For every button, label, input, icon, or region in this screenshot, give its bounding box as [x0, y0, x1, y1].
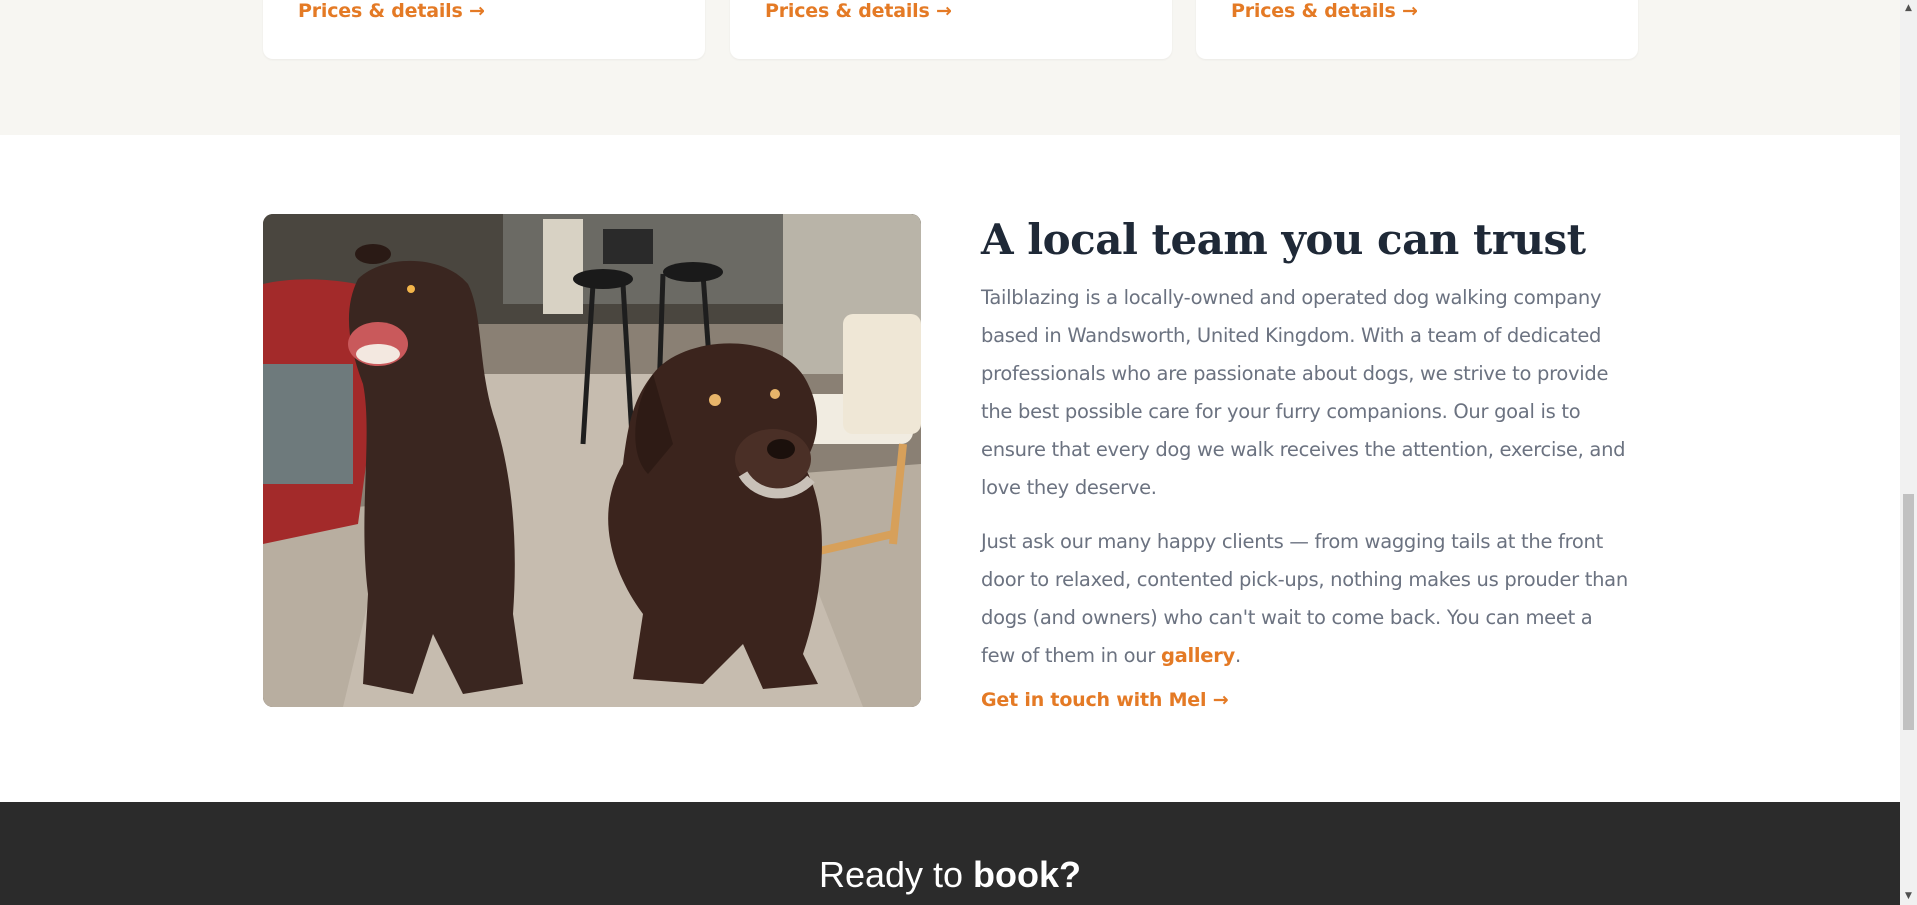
page-viewport: Prices & details → Prices & details → Pr…	[0, 0, 1900, 905]
service-card: Prices & details →	[1196, 0, 1638, 59]
book-section: Ready to book?	[0, 802, 1900, 905]
clients-paragraph-end: .	[1234, 644, 1241, 668]
scroll-down-icon[interactable]: ▼	[1900, 888, 1917, 905]
prices-details-link[interactable]: Prices & details →	[298, 0, 485, 22]
gallery-link[interactable]: gallery	[1161, 644, 1235, 667]
book-heading-text: Ready to	[818, 854, 974, 895]
two-labradors-image	[263, 214, 921, 707]
scroll-up-icon[interactable]: ▲	[1900, 0, 1917, 17]
scroll-thumb[interactable]	[1903, 494, 1914, 730]
about-text-column: A local team you can trust Tailblazing i…	[981, 215, 1631, 711]
book-heading-emphasis: book?	[973, 854, 1082, 895]
dogs-photo	[263, 214, 921, 707]
prices-details-link[interactable]: Prices & details →	[765, 0, 952, 22]
book-heading: Ready to book?	[0, 854, 1900, 896]
contact-mel-link[interactable]: Get in touch with Mel →	[981, 689, 1229, 711]
service-card: Prices & details →	[263, 0, 705, 59]
about-heading: A local team you can trust	[981, 215, 1586, 264]
service-card: Prices & details →	[730, 0, 1172, 59]
clients-paragraph-text: Just ask our many happy clients — from w…	[981, 530, 1628, 668]
prices-details-link[interactable]: Prices & details →	[1231, 0, 1418, 22]
about-section: A local team you can trust Tailblazing i…	[0, 135, 1900, 802]
services-strip: Prices & details → Prices & details → Pr…	[0, 0, 1900, 135]
vertical-scrollbar[interactable]: ▲ ▼	[1900, 0, 1917, 905]
about-paragraph: Tailblazing is a locally-owned and opera…	[981, 286, 1626, 500]
clients-paragraph: Just ask our many happy clients — from w…	[981, 523, 1631, 675]
